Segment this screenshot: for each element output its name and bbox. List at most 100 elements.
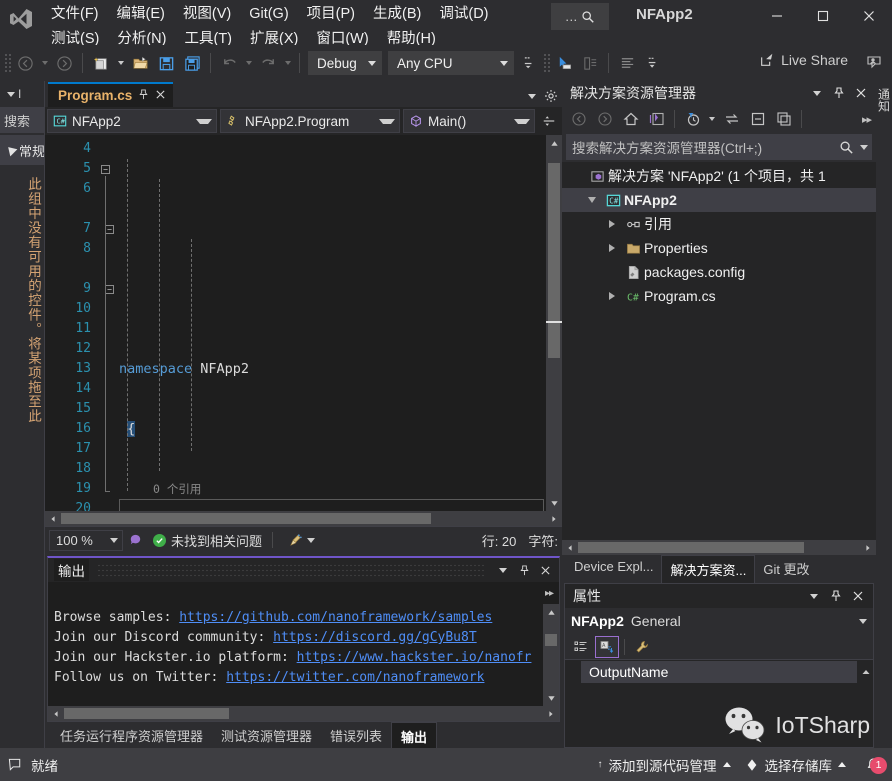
output-hscroll-thumb[interactable] <box>64 708 229 719</box>
tree-row-properties[interactable]: Properties <box>562 236 876 260</box>
chevron-down-icon[interactable] <box>860 144 868 150</box>
se-pending-changes-dropdown[interactable] <box>706 107 718 131</box>
nav-project-combo[interactable]: C# NFApp2 <box>47 109 217 133</box>
close-tab-button[interactable] <box>155 87 166 105</box>
new-project-button[interactable] <box>88 50 114 76</box>
tab-error-list[interactable]: 错误列表 <box>321 722 391 749</box>
output-panel-pin-button[interactable] <box>515 561 533 579</box>
output-panel-close-button[interactable] <box>536 561 554 579</box>
se-show-all-files-button[interactable] <box>771 107 796 131</box>
nav-member-combo[interactable]: Main() <box>403 109 535 133</box>
list-view-button[interactable] <box>614 50 640 76</box>
property-pages-button[interactable] <box>630 636 654 658</box>
output-panel-menu-button[interactable] <box>494 561 512 579</box>
solution-explorer-close-button[interactable] <box>852 84 870 102</box>
menu-file[interactable]: 文件(F) <box>42 2 108 27</box>
properties-grid-row-outputname[interactable]: OutputName <box>565 660 873 684</box>
menu-edit[interactable]: 编辑(E) <box>108 2 174 27</box>
output-scroll-thumb[interactable] <box>545 634 557 646</box>
output-scroll-left-button[interactable] <box>48 706 64 721</box>
fold-marker-class[interactable]: − <box>105 225 114 234</box>
code-cleanup-dropdown[interactable] <box>307 537 316 543</box>
menu-build[interactable]: 生成(B) <box>364 2 430 27</box>
editor-vertical-scrollbar[interactable] <box>546 135 562 511</box>
se-sync-with-active-document-button[interactable] <box>719 107 744 131</box>
expander-properties[interactable] <box>602 244 622 252</box>
se-home-button[interactable] <box>618 107 643 131</box>
toolbox-search-input[interactable]: 搜索 <box>0 107 44 133</box>
redo-button[interactable] <box>255 50 281 76</box>
fold-marker-namespace[interactable]: − <box>101 165 110 174</box>
properties-menu-button[interactable] <box>805 587 823 605</box>
se-scroll-right-button[interactable] <box>860 540 876 555</box>
tree-row-packages-config[interactable]: packages.config <box>562 260 876 284</box>
output-text-area[interactable]: Browse samples: https://github.com/nanof… <box>48 604 559 706</box>
output-scroll-up-button[interactable] <box>543 604 559 620</box>
properties-object-selector[interactable]: NFApp2 General <box>565 608 873 634</box>
vertical-scroll-thumb[interactable] <box>548 163 560 358</box>
navigate-forward-button[interactable] <box>51 50 77 76</box>
minimize-button[interactable] <box>754 0 800 32</box>
tree-row-solution[interactable]: 解决方案 'NFApp2' (1 个项目，共 1 <box>562 164 876 188</box>
code-ref-1[interactable]: 0 个引用 <box>119 479 562 499</box>
tree-row-program-cs[interactable]: C# Program.cs <box>562 284 876 308</box>
expander-references[interactable] <box>602 220 622 228</box>
menu-debug[interactable]: 调试(D) <box>430 2 497 27</box>
properties-close-button[interactable] <box>849 587 867 605</box>
pin-tab-button[interactable] <box>138 87 149 105</box>
solution-explorer-tree[interactable]: 解决方案 'NFApp2' (1 个项目，共 1 C# NFApp2 引用 Pr… <box>562 162 876 540</box>
expander-program-cs[interactable] <box>602 292 622 300</box>
output-vertical-scrollbar[interactable] <box>543 604 559 706</box>
chevron-down-icon[interactable] <box>7 91 15 97</box>
intellicode-indicator[interactable] <box>123 533 147 548</box>
vertical-tab-notifications[interactable]: 通知 <box>874 85 892 115</box>
se-pending-changes-button[interactable] <box>680 107 705 131</box>
se-collapse-all-button[interactable] <box>745 107 770 131</box>
new-project-dropdown[interactable] <box>114 50 127 76</box>
split-editor-button[interactable] <box>538 114 560 128</box>
se-switch-views-button[interactable] <box>644 107 669 131</box>
save-all-button[interactable] <box>179 50 205 76</box>
tab-solution-explorer[interactable]: 解决方案资... <box>661 555 756 583</box>
step-options-button[interactable] <box>517 50 543 76</box>
redo-dropdown[interactable] <box>281 50 294 76</box>
live-share-button[interactable]: Live Share <box>759 52 848 68</box>
tree-row-project-nfapp2[interactable]: C# NFApp2 <box>562 188 876 212</box>
toolbox-group-general[interactable]: 常规 <box>0 135 44 165</box>
menu-view[interactable]: 视图(V) <box>174 2 240 27</box>
account-button[interactable] <box>866 54 884 77</box>
menu-project[interactable]: 项目(P) <box>298 2 364 27</box>
output-link-hackster[interactable]: https://www.hackster.io/nanofr <box>297 650 532 665</box>
open-file-button[interactable] <box>127 50 153 76</box>
scroll-up-button[interactable] <box>546 135 562 151</box>
tab-git-changes[interactable]: Git 更改 <box>755 555 817 582</box>
editor-horizontal-scrollbar[interactable] <box>45 511 562 526</box>
toolbar-grip-2[interactable] <box>543 53 551 73</box>
gear-icon[interactable] <box>544 89 558 103</box>
editor-tab-program-cs[interactable]: Program.cs <box>48 82 174 107</box>
properties-pin-button[interactable] <box>827 587 845 605</box>
code-text[interactable]: namespace NFApp2 { 0 个引用 public class Pr… <box>119 135 562 511</box>
close-button[interactable] <box>846 0 892 32</box>
tab-test-explorer[interactable]: 测试资源管理器 <box>212 722 321 749</box>
solution-platform-combo[interactable]: Any CPU <box>388 51 514 75</box>
quick-launch-search[interactable]: ... <box>551 3 609 30</box>
se-scroll-left-button[interactable] <box>562 540 578 555</box>
undo-button[interactable] <box>216 50 242 76</box>
solution-configuration-combo[interactable]: Debug <box>308 51 382 75</box>
menu-git[interactable]: Git(G) <box>240 2 297 27</box>
tree-row-references[interactable]: 引用 <box>562 212 876 236</box>
tab-output[interactable]: 输出 <box>391 722 438 750</box>
solution-explorer-pin-button[interactable] <box>830 84 848 102</box>
output-link-twitter[interactable]: https://twitter.com/nanoframework <box>226 670 484 685</box>
more-toolbar-options[interactable] <box>640 50 666 76</box>
toolbar-overflow-icon[interactable]: ▸▸ <box>545 588 554 599</box>
categorized-view-button[interactable] <box>569 636 593 658</box>
undo-dropdown[interactable] <box>242 50 255 76</box>
save-button[interactable] <box>153 50 179 76</box>
se-toolbar-overflow-icon[interactable]: ▸▸ <box>862 113 872 126</box>
maximize-button[interactable] <box>800 0 846 32</box>
scroll-down-button[interactable] <box>546 495 562 511</box>
editor-zoom-combo[interactable]: 100 % <box>49 529 123 551</box>
select-repository-button[interactable]: 选择存储库 <box>745 755 846 775</box>
